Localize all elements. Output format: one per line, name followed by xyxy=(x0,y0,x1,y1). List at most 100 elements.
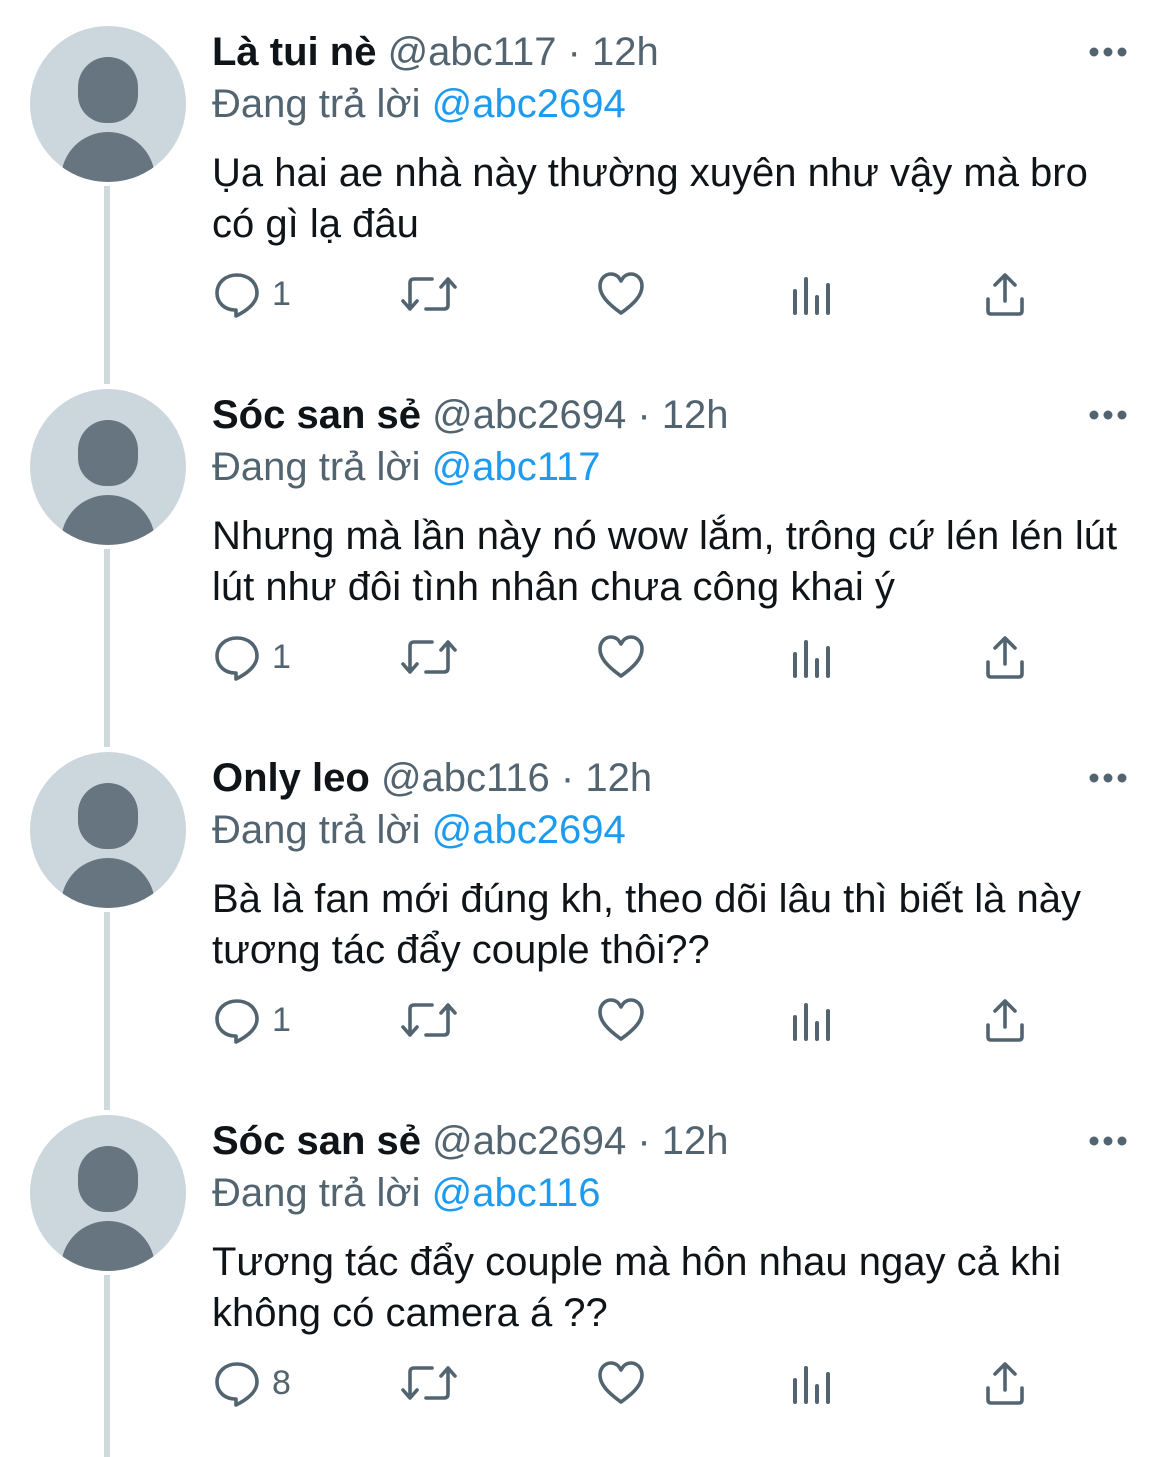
tweet-header: Only leo @abc116 · 12h xyxy=(212,754,652,802)
like-icon xyxy=(598,998,644,1041)
like-icon xyxy=(598,635,644,678)
like-icon xyxy=(598,272,644,315)
retweet-icon xyxy=(401,1003,457,1037)
views-button[interactable] xyxy=(790,992,834,1048)
display-name[interactable]: Là tui nè xyxy=(212,30,376,74)
reply-button[interactable]: 1 xyxy=(212,629,291,685)
reply-button[interactable]: 8 xyxy=(212,1355,291,1411)
reply-thread: Là tui nè @abc117 · 12h Đang trả lời @ab… xyxy=(0,0,1170,1457)
mention-link[interactable]: @abc2694 xyxy=(432,808,626,852)
like-button[interactable] xyxy=(596,266,646,322)
retweet-button[interactable] xyxy=(400,992,458,1048)
thread-connector xyxy=(104,186,110,384)
tweet[interactable]: Là tui nè @abc117 · 12h Đang trả lời @ab… xyxy=(0,0,1170,384)
tweet-header: Sóc san sẻ @abc2694 · 12h xyxy=(212,1117,729,1165)
replying-to: Đang trả lời @abc117 xyxy=(212,443,601,491)
avatar[interactable] xyxy=(30,389,186,545)
share-button[interactable] xyxy=(980,629,1030,685)
tweet[interactable]: Sóc san sẻ @abc2694 · 12h Đang trả lời @… xyxy=(0,1089,1170,1457)
reply-count: 1 xyxy=(272,275,291,313)
reply-button[interactable]: 1 xyxy=(212,992,291,1048)
replying-label: Đang trả lời xyxy=(212,445,421,489)
views-icon xyxy=(793,1003,830,1041)
avatar[interactable] xyxy=(30,26,186,182)
share-icon xyxy=(986,999,1024,1042)
avatar[interactable] xyxy=(30,752,186,908)
tweet-text: Ụa hai ae nhà này thường xuyên như vậy m… xyxy=(212,151,1088,246)
retweet-button[interactable] xyxy=(400,629,458,685)
mention-link[interactable]: @abc117 xyxy=(432,445,601,489)
avatar-head xyxy=(78,1146,138,1212)
avatar-shoulders xyxy=(61,132,155,182)
replying-label: Đang trả lời xyxy=(212,1171,421,1215)
replying-to: Đang trả lời @abc2694 xyxy=(212,80,626,128)
replying-to: Đang trả lời @abc2694 xyxy=(212,806,626,854)
avatar-head xyxy=(78,57,138,123)
action-bar: 8 xyxy=(212,1355,1062,1411)
retweet-button[interactable] xyxy=(400,266,458,322)
tweet-text: Nhưng mà lần này nó wow lắm, trông cứ lé… xyxy=(212,514,1118,609)
reply-icon xyxy=(215,636,259,681)
views-button[interactable] xyxy=(790,629,834,685)
share-icon xyxy=(986,636,1024,679)
action-bar: 1 xyxy=(212,992,1062,1048)
avatar-shoulders xyxy=(61,1221,155,1271)
tweet-text: Bà là fan mới đúng kh, theo dõi lâu thì … xyxy=(212,877,1082,972)
action-bar: 1 xyxy=(212,266,1062,322)
retweet-icon xyxy=(401,1366,457,1400)
like-button[interactable] xyxy=(596,629,646,685)
more-icon[interactable] xyxy=(1088,1133,1128,1149)
display-name[interactable]: Sóc san sẻ xyxy=(212,1119,421,1163)
thread-connector xyxy=(104,549,110,747)
share-button[interactable] xyxy=(980,266,1030,322)
replying-label: Đang trả lời xyxy=(212,82,421,126)
mention-link[interactable]: @abc116 xyxy=(432,1171,601,1215)
reply-count: 8 xyxy=(272,1364,291,1402)
views-icon xyxy=(793,277,830,315)
tweet[interactable]: Sóc san sẻ @abc2694 · 12h Đang trả lời @… xyxy=(0,363,1170,747)
like-button[interactable] xyxy=(596,992,646,1048)
tweet-text: Tương tác đẩy couple mà hôn nhau ngay cả… xyxy=(212,1240,1062,1335)
avatar-head xyxy=(78,783,138,849)
reply-icon xyxy=(215,1362,259,1407)
retweet-icon xyxy=(401,277,457,311)
views-icon xyxy=(793,1366,830,1404)
avatar[interactable] xyxy=(30,1115,186,1271)
reply-button[interactable]: 1 xyxy=(212,266,291,322)
tweet-header: Là tui nè @abc117 · 12h xyxy=(212,28,659,76)
views-icon xyxy=(793,640,830,678)
handle-timestamp[interactable]: @abc2694 · 12h xyxy=(432,393,728,437)
tweet-header: Sóc san sẻ @abc2694 · 12h xyxy=(212,391,729,439)
avatar-shoulders xyxy=(61,495,155,545)
share-icon xyxy=(986,273,1024,316)
reply-icon xyxy=(215,273,259,318)
avatar-shoulders xyxy=(61,858,155,908)
handle-timestamp[interactable]: @abc2694 · 12h xyxy=(432,1119,728,1163)
avatar-head xyxy=(78,420,138,486)
mention-link[interactable]: @abc2694 xyxy=(432,82,626,126)
views-button[interactable] xyxy=(790,1355,834,1411)
reply-icon xyxy=(215,999,259,1044)
thread-connector xyxy=(104,912,110,1110)
tweet[interactable]: Only leo @abc116 · 12h Đang trả lời @abc… xyxy=(0,726,1170,1110)
more-icon[interactable] xyxy=(1088,770,1128,786)
replying-label: Đang trả lời xyxy=(212,808,421,852)
action-bar: 1 xyxy=(212,629,1062,685)
share-button[interactable] xyxy=(980,1355,1030,1411)
handle-timestamp[interactable]: @abc117 · 12h xyxy=(388,30,659,74)
handle-timestamp[interactable]: @abc116 · 12h xyxy=(381,756,652,800)
reply-count: 1 xyxy=(272,1001,291,1039)
display-name[interactable]: Only leo xyxy=(212,756,370,800)
views-button[interactable] xyxy=(790,266,834,322)
more-icon[interactable] xyxy=(1088,407,1128,423)
share-icon xyxy=(986,1362,1024,1405)
display-name[interactable]: Sóc san sẻ xyxy=(212,393,421,437)
replying-to: Đang trả lời @abc116 xyxy=(212,1169,601,1217)
like-button[interactable] xyxy=(596,1355,646,1411)
like-icon xyxy=(598,1361,644,1404)
retweet-button[interactable] xyxy=(400,1355,458,1411)
retweet-icon xyxy=(401,640,457,674)
share-button[interactable] xyxy=(980,992,1030,1048)
thread-connector xyxy=(104,1275,110,1457)
more-icon[interactable] xyxy=(1088,44,1128,60)
